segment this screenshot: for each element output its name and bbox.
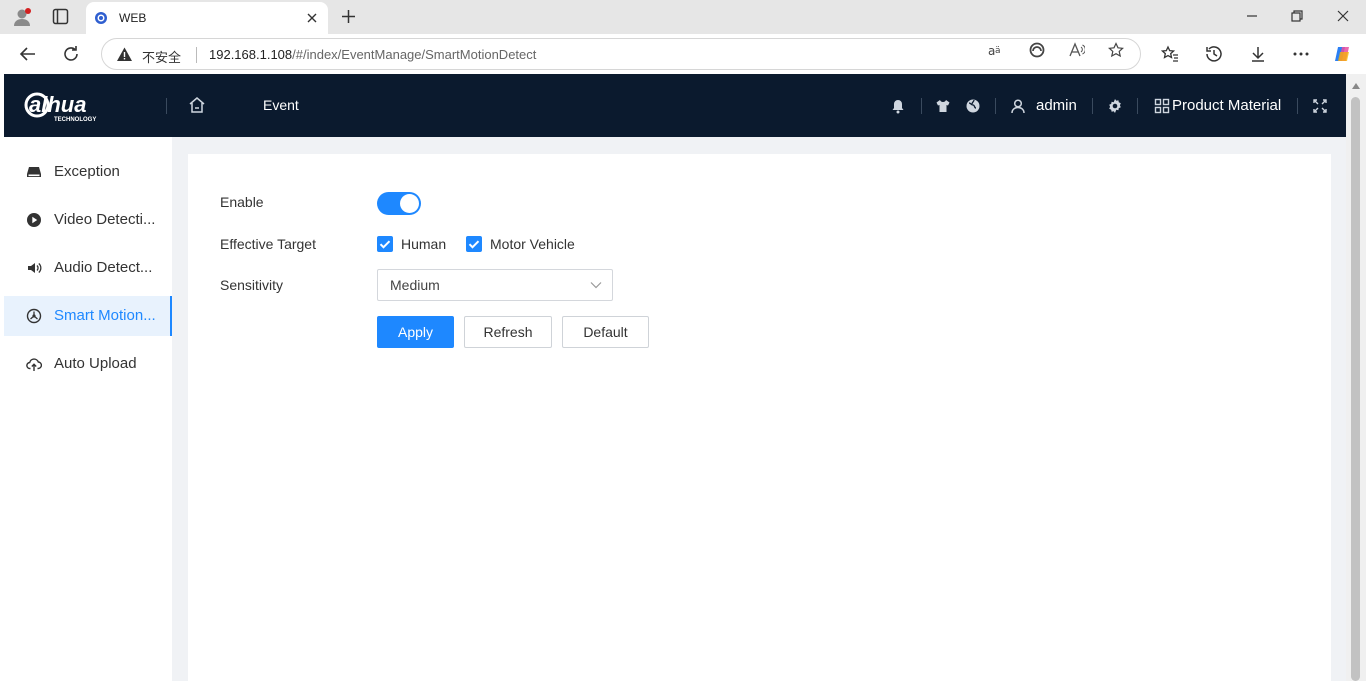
header-divider	[166, 98, 167, 114]
header-divider	[1297, 98, 1298, 114]
url-path: /#/index/EventManage/SmartMotionDetect	[292, 47, 537, 62]
sidebar-item-audio-detection[interactable]: Audio Detect...	[4, 248, 172, 288]
logo-subtext: TECHNOLOGY	[54, 117, 96, 123]
favorite-star-icon[interactable]	[1108, 42, 1124, 58]
url-separator	[196, 47, 197, 63]
header-divider	[1137, 98, 1138, 114]
gear-icon[interactable]	[1107, 98, 1123, 114]
product-material-link[interactable]: Product Material	[1172, 97, 1281, 114]
close-window-icon[interactable]	[1335, 8, 1351, 24]
motor-vehicle-checkbox[interactable]	[466, 236, 482, 252]
sidebar-item-auto-upload[interactable]: Auto Upload	[4, 344, 172, 384]
sensitivity-label: Sensitivity	[220, 277, 284, 293]
sensitivity-select[interactable]: Medium	[377, 269, 613, 301]
header-divider	[921, 98, 922, 114]
motor-vehicle-checkbox-label[interactable]: Motor Vehicle	[490, 236, 575, 252]
speaker-icon	[28, 263, 42, 273]
history-icon[interactable]	[1204, 44, 1224, 64]
sensitivity-value: Medium	[390, 277, 440, 293]
sidebar-item-label: Video Detecti...	[54, 211, 156, 228]
edge-extension-icon[interactable]	[1029, 42, 1045, 58]
refresh-button[interactable]: Refresh	[464, 316, 552, 348]
tab-actions-icon[interactable]	[52, 8, 69, 25]
header-divider	[995, 98, 996, 114]
new-tab-icon[interactable]	[340, 8, 357, 25]
browser-toolbar: 不安全 192.168.1.108/#/index/EventManage/Sm…	[0, 34, 1366, 74]
dahua-logo[interactable]: alhua TECHNOLOGY	[24, 88, 134, 124]
chevron-down-icon	[590, 282, 602, 289]
address-bar[interactable]: 不安全 192.168.1.108/#/index/EventManage/Sm…	[101, 38, 1141, 70]
copilot-icon[interactable]	[1333, 44, 1353, 64]
scroll-up-icon[interactable]	[1352, 83, 1360, 89]
play-circle-icon	[27, 213, 41, 227]
read-aloud-icon[interactable]	[1069, 42, 1085, 58]
bell-icon[interactable]	[890, 98, 906, 114]
more-options-icon[interactable]	[1291, 44, 1311, 64]
hdd-icon	[27, 167, 41, 177]
reload-icon[interactable]	[61, 44, 81, 64]
sidebar-item-label: Exception	[54, 163, 120, 180]
user-name[interactable]: admin	[1036, 97, 1077, 114]
grid-icon[interactable]	[1154, 98, 1170, 114]
sidebar-item-exception[interactable]: Exception	[4, 152, 172, 192]
home-icon[interactable]	[187, 95, 207, 115]
favorites-icon[interactable]	[1160, 44, 1180, 64]
apply-button[interactable]: Apply	[377, 316, 454, 348]
web-favicon-icon	[95, 12, 107, 24]
cloud-upload-icon	[26, 358, 42, 371]
security-label[interactable]: 不安全	[142, 47, 181, 66]
restore-icon[interactable]	[1289, 8, 1305, 24]
svg-text:ä: ä	[995, 46, 1001, 56]
browser-tab[interactable]: WEB	[86, 2, 328, 34]
sidebar: Exception Video Detecti... Audio Detect.…	[4, 137, 173, 681]
enable-toggle[interactable]	[377, 192, 421, 215]
settings-panel	[188, 154, 1331, 681]
downloads-icon[interactable]	[1248, 44, 1268, 64]
profile-icon[interactable]	[12, 7, 32, 27]
enable-label: Enable	[220, 194, 264, 210]
page-scrollbar[interactable]	[1346, 74, 1366, 681]
globe-icon[interactable]	[965, 98, 981, 114]
smart-motion-icon	[26, 308, 42, 324]
shirt-icon[interactable]	[935, 98, 951, 114]
sidebar-item-label: Smart Motion...	[54, 307, 156, 324]
browser-tab-strip: WEB	[0, 0, 1366, 34]
fullscreen-icon[interactable]	[1312, 98, 1328, 114]
logo-text: alhua	[29, 92, 86, 117]
effective-target-label: Effective Target	[220, 236, 316, 252]
user-icon[interactable]	[1010, 98, 1026, 114]
url-text[interactable]: 192.168.1.108/#/index/EventManage/SmartM…	[209, 47, 536, 62]
sidebar-item-label: Audio Detect...	[54, 259, 153, 276]
close-tab-icon[interactable]	[304, 10, 320, 26]
app-header: alhua TECHNOLOGY Event admin Product Mat…	[4, 74, 1346, 137]
header-divider	[1092, 98, 1093, 114]
human-checkbox-label[interactable]: Human	[401, 236, 446, 252]
translate-icon[interactable]: a ä	[988, 42, 1004, 58]
sidebar-item-smart-motion[interactable]: Smart Motion...	[4, 296, 173, 336]
header-section-title: Event	[263, 97, 299, 113]
sidebar-item-label: Auto Upload	[54, 355, 137, 372]
default-button[interactable]: Default	[562, 316, 649, 348]
tab-title: WEB	[119, 11, 147, 25]
back-icon[interactable]	[18, 44, 38, 64]
scroll-thumb[interactable]	[1351, 97, 1360, 681]
url-host: 192.168.1.108	[209, 47, 293, 62]
minimize-icon[interactable]	[1244, 8, 1260, 24]
warning-icon[interactable]	[116, 46, 133, 63]
toggle-knob	[400, 194, 419, 213]
sidebar-item-video-detection[interactable]: Video Detecti...	[4, 200, 172, 240]
human-checkbox[interactable]	[377, 236, 393, 252]
